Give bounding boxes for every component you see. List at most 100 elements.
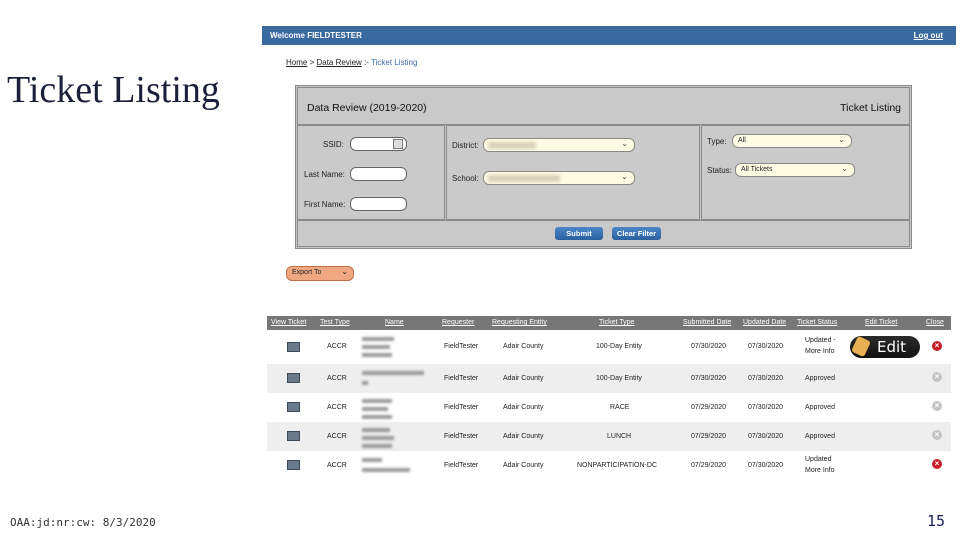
chevron-down-icon: ⌄ [621,172,628,181]
panel-title: Data Review (2019-2020) [307,102,427,114]
clear-filter-button[interactable]: Clear Filter [612,227,661,240]
breadcrumb-home[interactable]: Home [286,58,307,67]
first-name-input[interactable] [350,197,407,211]
redacted-name [362,381,368,385]
type-value: All [738,137,746,144]
cell-updated: 07/30/2020 [748,375,784,382]
cell-test-type: ACCR [327,433,347,440]
last-name-label: Last Name: [304,170,345,179]
cell-submitted: 07/29/2020 [691,404,727,411]
pencil-icon [851,335,871,358]
cell-test-type: ACCR [327,375,347,382]
view-ticket-icon[interactable] [287,342,300,352]
status-select[interactable]: All Tickets ⌄ [735,163,855,177]
col-name[interactable]: Name [385,319,404,326]
first-name-label: First Name: [304,200,346,209]
edit-button[interactable]: Edit [850,335,920,358]
table-row: ACCR FieldTester Adair County LUNCH 07/2… [267,422,951,451]
cell-submitted: 07/30/2020 [691,343,727,350]
submit-button[interactable]: Submit [555,227,603,240]
close-ticket-icon[interactable]: × [932,459,942,469]
redacted-name [362,399,392,403]
school-label: School: [452,174,479,183]
cell-ticket-type: 100-Day Entity [596,375,642,382]
breadcrumb-data-review[interactable]: Data Review [316,58,361,67]
student-filter-panel: SSID: Last Name: First Name: [297,125,445,220]
ssid-input[interactable] [350,137,407,151]
panel-subtitle: Ticket Listing [840,102,901,114]
close-ticket-icon[interactable]: × [932,430,942,440]
redacted-name [362,458,382,462]
view-ticket-icon[interactable] [287,431,300,441]
export-label: Export To [292,269,322,276]
button-bar: Submit Clear Filter [297,220,910,247]
cell-updated: 07/30/2020 [748,343,784,350]
cell-status-detail: More Info [805,348,835,355]
cell-status: Updated - [805,337,836,344]
ssid-lookup-icon[interactable] [393,139,403,149]
cell-requester: FieldTester [444,404,479,411]
table-row: ACCR FieldTester Adair County 100-Day En… [267,330,951,364]
cell-entity: Adair County [503,462,544,469]
breadcrumb-current: Ticket Listing [371,58,418,67]
page-number: 15 [927,512,946,530]
school-select[interactable]: ⌄ [483,171,635,185]
cell-status: Approved [805,433,835,440]
view-ticket-icon[interactable] [287,460,300,470]
chevron-down-icon: ⌄ [621,139,628,148]
redacted-name [362,337,394,341]
last-name-input[interactable] [350,167,407,181]
col-requesting-entity[interactable]: Requesting Entity [492,319,547,326]
cell-status: Approved [805,404,835,411]
col-close[interactable]: Close [926,319,944,326]
cell-test-type: ACCR [327,462,347,469]
col-test-type[interactable]: Test Type [320,319,350,326]
cell-entity: Adair County [503,404,544,411]
app-window: Welcome FIELDTESTER Log out Home > Data … [262,24,956,484]
cell-ticket-type: 100-Day Entity [596,343,642,350]
view-ticket-icon[interactable] [287,402,300,412]
breadcrumb-sep: :- [364,58,369,67]
ticket-table: View Ticket Test Type Name Requester Req… [267,316,951,480]
redacted-value [488,175,560,182]
table-header: View Ticket Test Type Name Requester Req… [267,316,951,330]
cell-submitted: 07/30/2020 [691,375,727,382]
cell-requester: FieldTester [444,433,479,440]
export-select[interactable]: Export To ⌄ [286,266,354,281]
cell-requester: FieldTester [444,462,479,469]
redacted-name [362,415,392,419]
edit-label: Edit [877,338,907,356]
welcome-text: Welcome FIELDTESTER [270,31,362,40]
table-row: ACCR FieldTester Adair County RACE 07/29… [267,393,951,422]
breadcrumb-sep: > [309,58,315,67]
view-ticket-icon[interactable] [287,373,300,383]
col-submitted-date[interactable]: Submitted Date [683,319,731,326]
col-edit-ticket[interactable]: Edit Ticket [865,319,897,326]
col-ticket-status[interactable]: Ticket Status [797,319,837,326]
type-select[interactable]: All ⌄ [732,134,852,148]
cell-ticket-type: LUNCH [607,433,632,440]
status-value: All Tickets [741,166,773,173]
cell-updated: 07/30/2020 [748,404,784,411]
redacted-name [362,353,392,357]
ticket-filter-panel: Type: All ⌄ Status: All Tickets ⌄ [701,125,910,220]
close-ticket-icon[interactable]: × [932,401,942,411]
redacted-name [362,468,410,472]
cell-ticket-type: RACE [610,404,630,411]
data-review-panel: Data Review (2019-2020) Ticket Listing S… [295,85,912,249]
cell-ticket-type: NONPARTICIPATION-DC [577,462,657,469]
top-bar: Welcome FIELDTESTER Log out [262,26,956,45]
col-updated-date[interactable]: Updated Date [743,319,786,326]
district-select[interactable]: ⌄ [483,138,635,152]
logout-link[interactable]: Log out [914,31,943,40]
close-ticket-icon[interactable]: × [932,341,942,351]
col-ticket-type[interactable]: Ticket Type [599,319,634,326]
cell-status: Updated [805,456,832,463]
cell-entity: Adair County [503,433,544,440]
redacted-name [362,444,392,448]
cell-updated: 07/30/2020 [748,462,784,469]
col-view-ticket[interactable]: View Ticket [271,319,306,326]
close-ticket-icon[interactable]: × [932,372,942,382]
type-label: Type: [707,137,727,146]
col-requester[interactable]: Requester [442,319,474,326]
